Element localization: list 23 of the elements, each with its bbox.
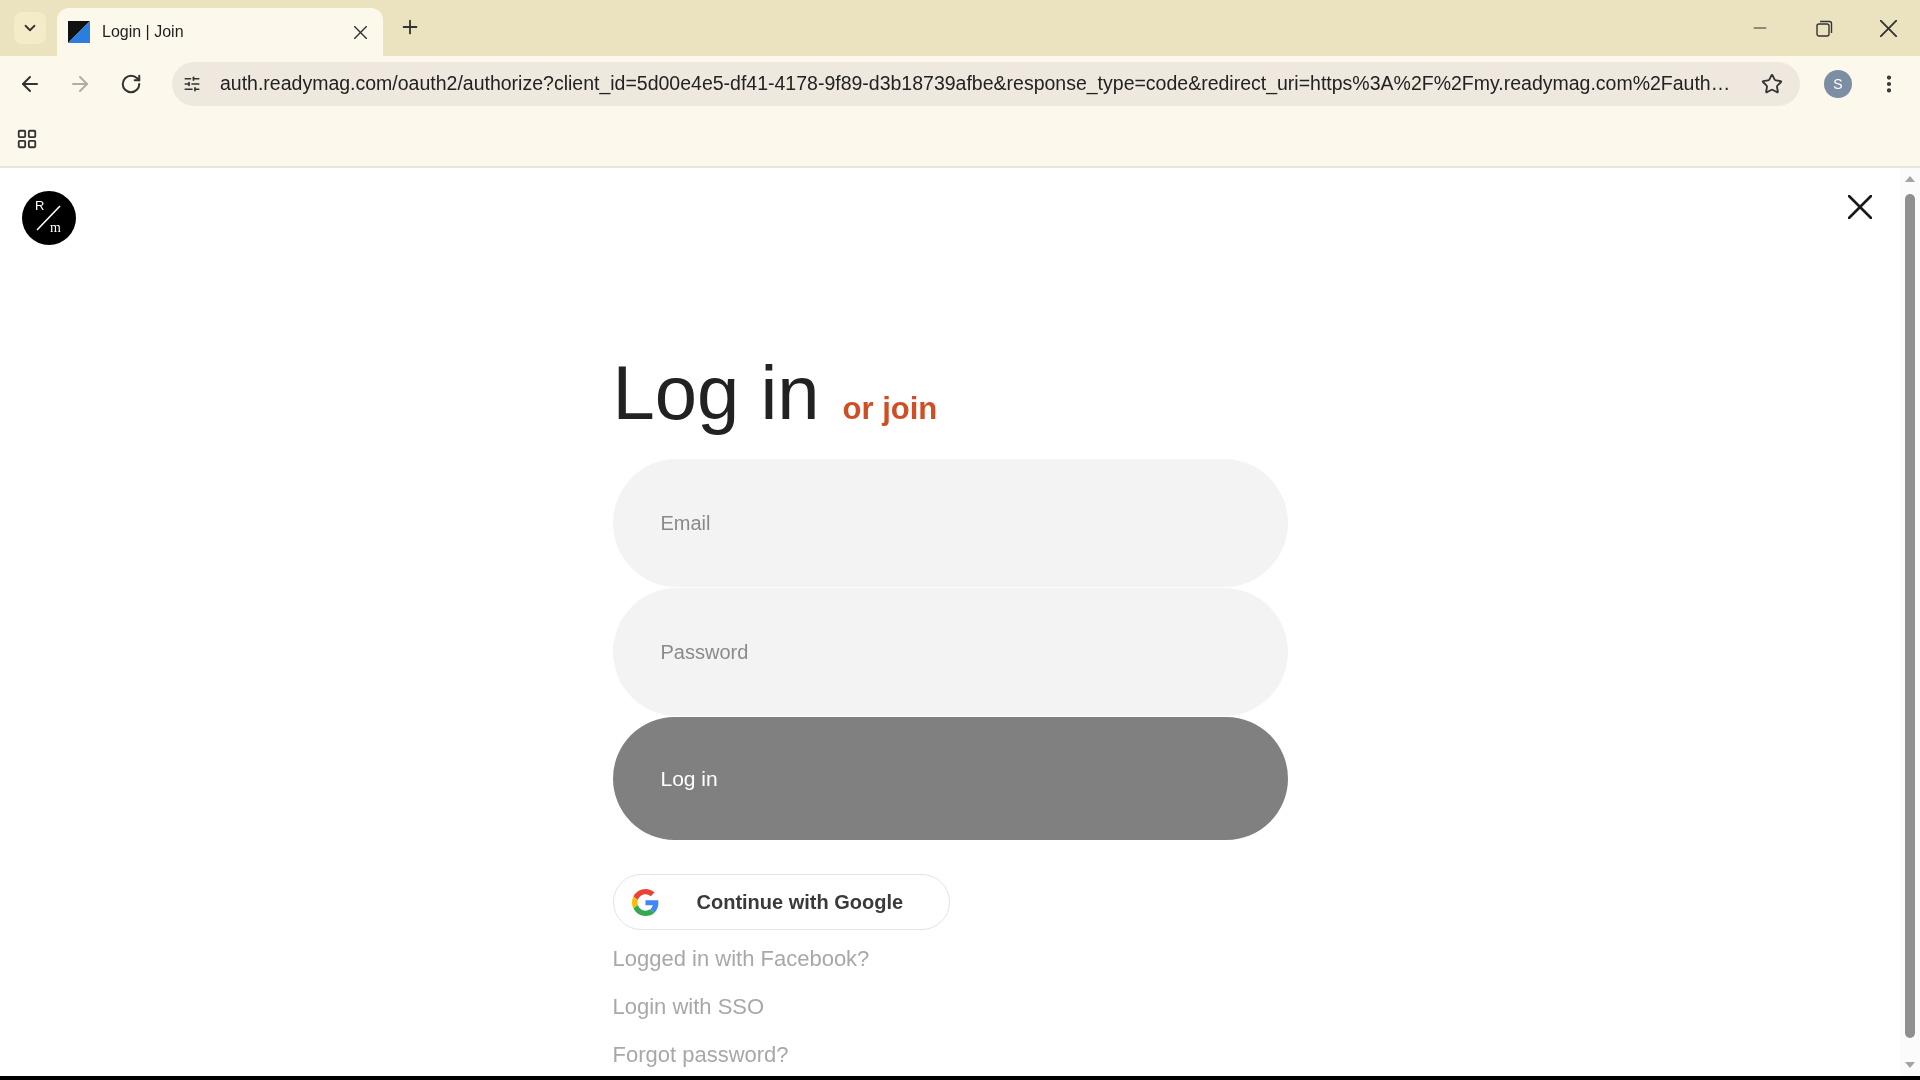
window-close-icon[interactable] — [1879, 19, 1897, 37]
google-button[interactable]: Continue with Google — [612, 874, 950, 930]
reload-icon[interactable] — [120, 73, 142, 95]
text-link[interactable]: Login with SSO — [612, 994, 765, 1020]
apps-grid-icon[interactable] — [16, 128, 38, 150]
browser-tab[interactable]: Login | Join — [57, 8, 383, 56]
email-field[interactable]: Email — [612, 459, 1288, 587]
star-icon[interactable] — [1761, 73, 1783, 95]
logo[interactable]: R m — [22, 191, 76, 245]
login-button[interactable]: Log in — [612, 717, 1288, 840]
close-icon[interactable] — [1848, 195, 1872, 219]
join-link[interactable]: or join — [842, 393, 938, 424]
profile-avatar[interactable]: S — [1824, 70, 1852, 98]
password-field[interactable]: Password — [612, 588, 1288, 716]
site-settings-icon[interactable] — [183, 75, 201, 93]
text-link[interactable]: Logged in with Facebook? — [612, 946, 870, 972]
tab-list-button[interactable] — [14, 12, 46, 44]
favicon-icon — [68, 21, 90, 43]
restore-icon[interactable] — [1815, 19, 1833, 37]
google-g-icon — [631, 888, 659, 916]
text-link[interactable]: Forgot password? — [612, 1042, 789, 1068]
close-icon[interactable] — [354, 25, 367, 39]
address-bar[interactable]: auth.readymag.com/oauth2/authorize?client_id=5d00e4e5-df41-4178-9f89-d3b18739afbe&response_type=code&redirect_uri=https%3A%2F%2Fmy.readymag.com%2Fauth… — [172, 62, 1800, 106]
